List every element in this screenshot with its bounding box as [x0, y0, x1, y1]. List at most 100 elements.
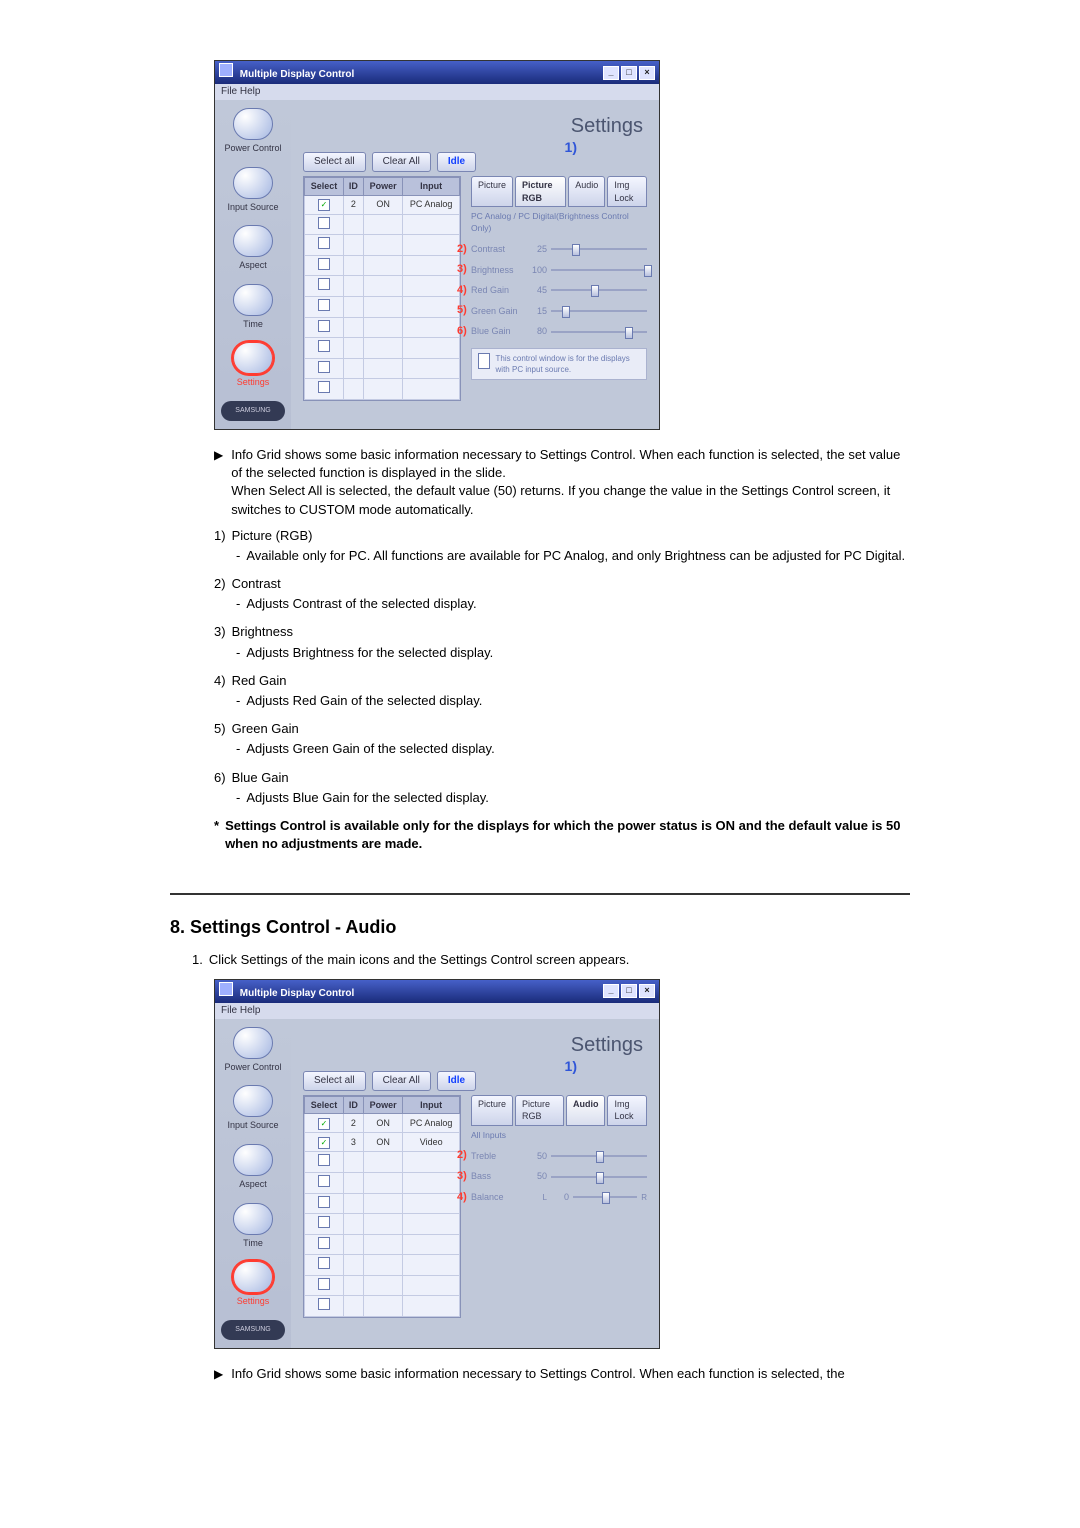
row-checkbox[interactable]	[305, 1275, 344, 1296]
sidebar-item-time[interactable]: Time	[219, 1203, 287, 1250]
row-checkbox[interactable]	[305, 1234, 344, 1255]
brightness-slider[interactable]: 3) Brightness 100	[471, 264, 647, 277]
window-menubar[interactable]: File Help	[215, 84, 659, 100]
row-checkbox[interactable]	[305, 338, 344, 359]
treble-slider[interactable]: 2) Treble 50	[471, 1150, 647, 1163]
table-row[interactable]	[305, 214, 460, 235]
sidebar-item-aspect[interactable]: Aspect	[219, 1144, 287, 1191]
slider-track[interactable]	[551, 1155, 647, 1157]
table-row[interactable]: ✓2ONPC Analog	[305, 195, 460, 214]
green-gain-slider[interactable]: 5) Green Gain 15	[471, 305, 647, 318]
sidebar-item-power[interactable]: Power Control	[219, 1027, 287, 1074]
slider-thumb[interactable]	[572, 244, 580, 256]
select-all-button[interactable]: Select all	[303, 152, 366, 172]
contrast-slider[interactable]: 2) Contrast 25	[471, 243, 647, 256]
row-checkbox[interactable]	[305, 214, 344, 235]
slider-thumb[interactable]	[602, 1192, 610, 1204]
tab-picture[interactable]: Picture	[471, 176, 513, 207]
table-row[interactable]	[305, 358, 460, 379]
slider-track[interactable]	[551, 1176, 647, 1178]
row-checkbox[interactable]	[305, 1296, 344, 1317]
maximize-icon[interactable]: □	[621, 66, 637, 80]
table-row[interactable]	[305, 1214, 460, 1235]
row-checkbox[interactable]: ✓	[305, 1133, 344, 1152]
tab-audio[interactable]: Audio	[566, 1095, 606, 1126]
row-checkbox[interactable]	[305, 296, 344, 317]
row-checkbox[interactable]	[305, 1172, 344, 1193]
row-checkbox[interactable]	[305, 1193, 344, 1214]
table-row[interactable]	[305, 1193, 460, 1214]
row-power	[363, 358, 403, 379]
close-icon[interactable]: ×	[639, 984, 655, 998]
minimize-icon[interactable]: _	[603, 984, 619, 998]
idle-button[interactable]: Idle	[437, 152, 476, 172]
row-checkbox[interactable]	[305, 379, 344, 400]
slider-track[interactable]	[551, 289, 647, 291]
sidebar-item-settings[interactable]: Settings	[219, 342, 287, 389]
table-row[interactable]	[305, 1234, 460, 1255]
tab-img-lock[interactable]: Img Lock	[607, 176, 647, 207]
clear-all-button[interactable]: Clear All	[372, 1071, 431, 1091]
slider-track[interactable]	[551, 310, 647, 312]
table-row[interactable]: ✓2ONPC Analog	[305, 1114, 460, 1133]
row-checkbox[interactable]	[305, 276, 344, 297]
row-checkbox[interactable]	[305, 1255, 344, 1276]
tab-img-lock[interactable]: Img Lock	[607, 1095, 647, 1126]
sidebar-item-input[interactable]: Input Source	[219, 1085, 287, 1132]
sidebar-item-input[interactable]: Input Source	[219, 167, 287, 214]
slider-thumb[interactable]	[644, 265, 652, 277]
table-row[interactable]	[305, 317, 460, 338]
table-row[interactable]	[305, 296, 460, 317]
slider-track[interactable]	[573, 1196, 637, 1198]
slider-track[interactable]	[551, 331, 647, 333]
table-row[interactable]	[305, 338, 460, 359]
red-gain-slider[interactable]: 4) Red Gain 45	[471, 284, 647, 297]
table-row[interactable]	[305, 1275, 460, 1296]
idle-button[interactable]: Idle	[437, 1071, 476, 1091]
row-checkbox[interactable]	[305, 255, 344, 276]
slider-track[interactable]	[551, 269, 647, 271]
table-row[interactable]	[305, 1255, 460, 1276]
grid-header-id: ID	[344, 1096, 364, 1114]
sidebar-item-settings[interactable]: Settings	[219, 1261, 287, 1308]
clear-all-button[interactable]: Clear All	[372, 152, 431, 172]
tab-audio[interactable]: Audio	[568, 176, 605, 207]
table-row[interactable]	[305, 1152, 460, 1173]
table-row[interactable]	[305, 235, 460, 256]
minimize-icon[interactable]: _	[603, 66, 619, 80]
slider-thumb[interactable]	[591, 285, 599, 297]
slider-thumb[interactable]	[562, 306, 570, 318]
row-checkbox[interactable]	[305, 1214, 344, 1235]
slider-track[interactable]	[551, 248, 647, 250]
select-all-button[interactable]: Select all	[303, 1071, 366, 1091]
slider-thumb[interactable]	[596, 1172, 604, 1184]
blue-gain-slider[interactable]: 6) Blue Gain 80	[471, 325, 647, 338]
slider-thumb[interactable]	[625, 327, 633, 339]
sidebar-item-time[interactable]: Time	[219, 284, 287, 331]
row-checkbox[interactable]	[305, 317, 344, 338]
table-row[interactable]	[305, 379, 460, 400]
table-row[interactable]	[305, 255, 460, 276]
window-menubar[interactable]: File Help	[215, 1003, 659, 1019]
grid-header-id: ID	[344, 178, 364, 196]
tab-picture-rgb[interactable]: Picture RGB	[515, 1095, 564, 1126]
row-checkbox[interactable]	[305, 1152, 344, 1173]
bass-slider[interactable]: 3) Bass 50	[471, 1170, 647, 1183]
sidebar-item-aspect[interactable]: Aspect	[219, 225, 287, 272]
table-row[interactable]	[305, 1172, 460, 1193]
close-icon[interactable]: ×	[639, 66, 655, 80]
tab-picture-rgb[interactable]: Picture RGB	[515, 176, 566, 207]
table-row[interactable]: ✓3ONVideo	[305, 1133, 460, 1152]
slider-thumb[interactable]	[596, 1151, 604, 1163]
sidebar-item-power[interactable]: Power Control	[219, 108, 287, 155]
table-row[interactable]	[305, 1296, 460, 1317]
row-checkbox[interactable]	[305, 358, 344, 379]
row-checkbox[interactable]	[305, 235, 344, 256]
maximize-icon[interactable]: □	[621, 984, 637, 998]
table-row[interactable]	[305, 276, 460, 297]
sidebar-item-label: Input Source	[227, 1120, 278, 1130]
row-checkbox[interactable]: ✓	[305, 195, 344, 214]
tab-picture[interactable]: Picture	[471, 1095, 513, 1126]
balance-slider[interactable]: 4) Balance L 0 R	[471, 1191, 647, 1204]
row-checkbox[interactable]: ✓	[305, 1114, 344, 1133]
